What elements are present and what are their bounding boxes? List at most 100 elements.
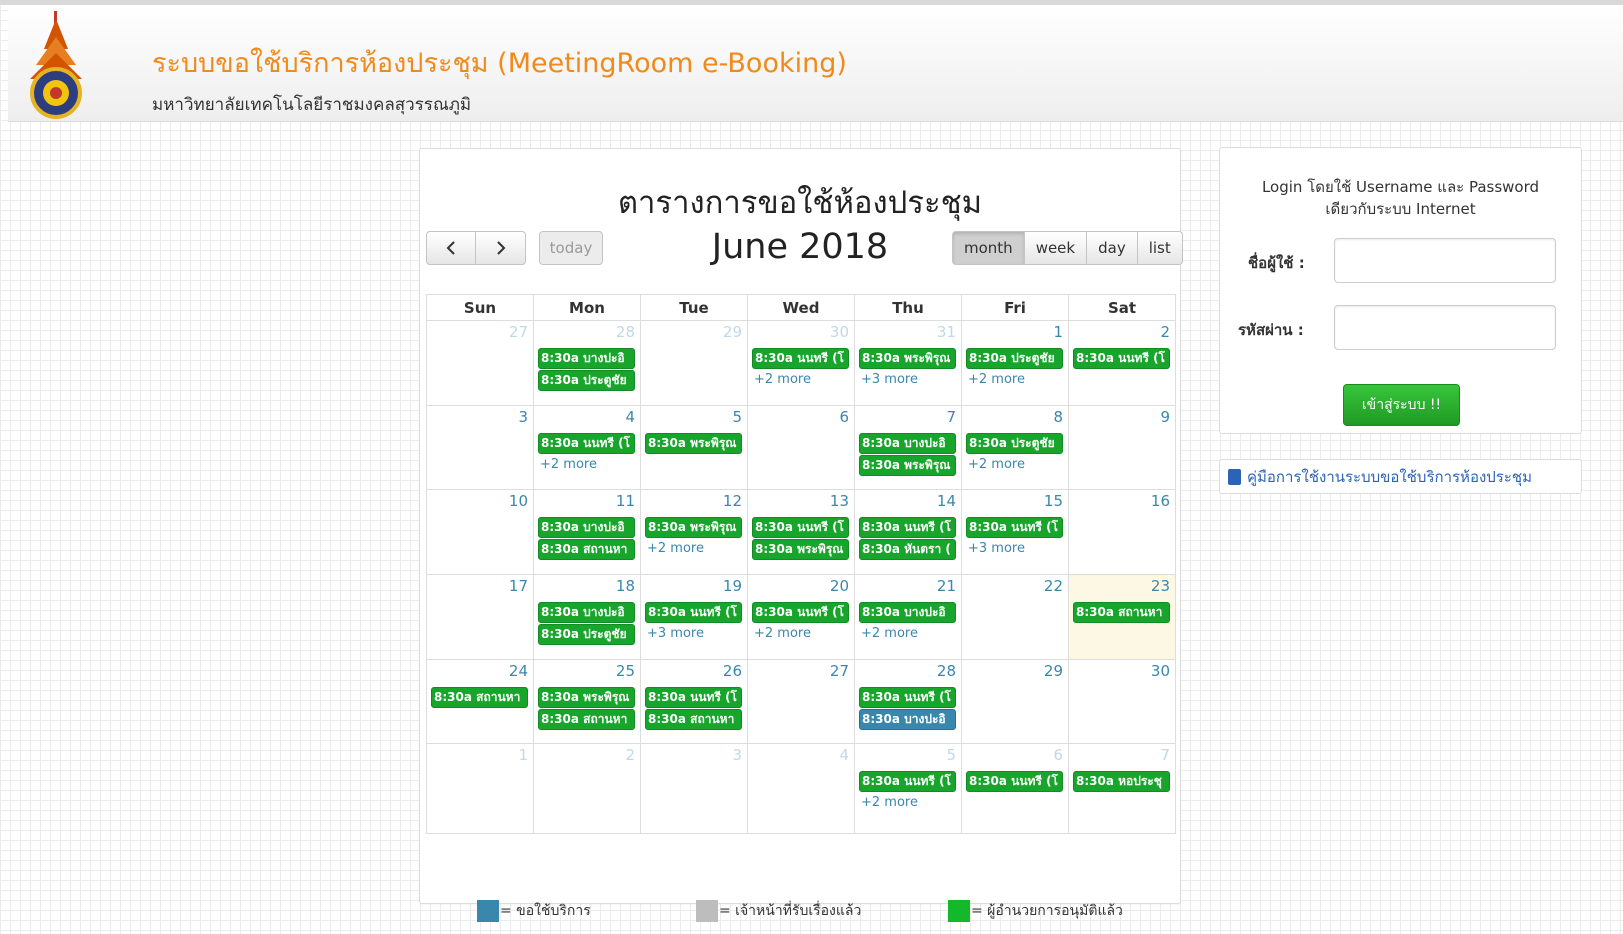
day-cell[interactable]: 5 8:30a พระพิรุณ — [640, 406, 747, 489]
more-events-link[interactable]: +3 more — [965, 539, 1066, 559]
day-cell[interactable]: 29 — [961, 660, 1068, 743]
day-cell[interactable]: 28 8:30a นนทรี (โ 8:30a บางปะอิ — [854, 660, 961, 743]
more-events-link[interactable]: +2 more — [751, 370, 852, 390]
view-list-button[interactable]: list — [1137, 231, 1183, 265]
day-cell[interactable]: 17 — [427, 575, 533, 659]
day-cell[interactable]: 15 8:30a นนทรี (โ +3 more — [961, 490, 1068, 574]
day-cell[interactable]: 4 8:30a นนทรี (โ +2 more — [533, 406, 640, 489]
day-cell-today[interactable]: 23 8:30a สถานหา — [1068, 575, 1175, 659]
more-events-link[interactable]: +2 more — [858, 793, 959, 813]
calendar-event[interactable]: 8:30a สถานหา — [645, 709, 742, 730]
day-cell[interactable]: 5 8:30a นนทรี (โ +2 more — [854, 744, 961, 833]
calendar-event[interactable]: 8:30a พระพิรุณ — [859, 455, 956, 476]
more-events-link[interactable]: +2 more — [644, 539, 745, 559]
day-cell[interactable]: 30 8:30a นนทรี (โ +2 more — [747, 321, 854, 405]
password-input[interactable] — [1334, 305, 1556, 350]
calendar-event[interactable]: 8:30a ประตูชัย — [538, 624, 635, 645]
calendar-event[interactable]: 8:30a นนทรี (โ — [752, 348, 849, 369]
calendar-event[interactable]: 8:30a นนทรี (โ — [538, 433, 635, 454]
day-cell[interactable]: 28 8:30a บางปะอิ 8:30a ประตูชัย — [533, 321, 640, 405]
calendar-event[interactable]: 8:30a นนทรี (โ — [966, 517, 1063, 538]
day-cell[interactable]: 22 — [961, 575, 1068, 659]
day-cell[interactable]: 30 — [1068, 660, 1175, 743]
calendar-event[interactable]: 8:30a สถานหา — [1073, 602, 1170, 623]
day-cell[interactable]: 18 8:30a บางปะอิ 8:30a ประตูชัย — [533, 575, 640, 659]
day-number: 13 — [829, 492, 849, 510]
day-cell[interactable]: 6 8:30a นนทรี (โ — [961, 744, 1068, 833]
more-events-link[interactable]: +3 more — [858, 370, 959, 390]
calendar-event[interactable]: 8:30a นนทรี (โ — [966, 771, 1063, 792]
day-cell[interactable]: 25 8:30a พระพิรุณ 8:30a สถานหา — [533, 660, 640, 743]
day-cell[interactable]: 16 — [1068, 490, 1175, 574]
calendar-event[interactable]: 8:30a พระพิรุณ — [645, 433, 742, 454]
more-events-link[interactable]: +2 more — [965, 455, 1066, 475]
day-cell[interactable]: 27 — [747, 660, 854, 743]
calendar-event[interactable]: 8:30a นนทรี (โ — [645, 687, 742, 708]
day-cell[interactable]: 6 — [747, 406, 854, 489]
day-cell[interactable]: 3 — [427, 406, 533, 489]
calendar-event[interactable]: 8:30a หอประชุ — [1073, 771, 1170, 792]
day-cell[interactable]: 19 8:30a นนทรี (โ +3 more — [640, 575, 747, 659]
day-cell[interactable]: 13 8:30a นนทรี (โ 8:30a พระพิรุณ — [747, 490, 854, 574]
dow-sun: Sun — [463, 299, 497, 317]
calendar-event[interactable]: 8:30a สถานหา — [538, 709, 635, 730]
day-cell[interactable]: 24 8:30a สถานหา — [427, 660, 533, 743]
day-cell[interactable]: 20 8:30a นนทรี (โ +2 more — [747, 575, 854, 659]
manual-link[interactable]: คู่มือการใช้งานระบบขอใช้บริการห้องประชุม — [1247, 465, 1532, 489]
day-cell[interactable]: 7 8:30a หอประชุ — [1068, 744, 1175, 833]
day-cell[interactable]: 11 8:30a บางปะอิ 8:30a สถานหา — [533, 490, 640, 574]
more-events-link[interactable]: +2 more — [965, 370, 1066, 390]
calendar-event[interactable]: 8:30a นนทรี (โ — [859, 687, 956, 708]
day-cell[interactable]: 1 — [427, 744, 533, 833]
day-cell[interactable]: 27 — [427, 321, 533, 405]
calendar-event[interactable]: 8:30a นนทรี (โ — [859, 771, 956, 792]
calendar-event[interactable]: 8:30a ประตูชัย — [966, 348, 1063, 369]
view-week-button[interactable]: week — [1024, 231, 1088, 265]
day-cell[interactable]: 3 — [640, 744, 747, 833]
more-events-link[interactable]: +2 more — [858, 624, 959, 644]
calendar-event[interactable]: 8:30a นนทรี (โ — [1073, 348, 1170, 369]
calendar-event[interactable]: 8:30a บางปะอิ — [859, 709, 956, 730]
calendar-event[interactable]: 8:30a ประตูชัย — [538, 370, 635, 391]
calendar-event[interactable]: 8:30a พระพิรุณ — [859, 348, 956, 369]
day-cell[interactable]: 9 — [1068, 406, 1175, 489]
day-cell[interactable]: 10 — [427, 490, 533, 574]
calendar-event[interactable]: 8:30a สถานหา — [538, 539, 635, 560]
username-input[interactable] — [1334, 238, 1556, 283]
calendar-event[interactable]: 8:30a บางปะอิ — [859, 433, 956, 454]
day-cell[interactable]: 29 — [640, 321, 747, 405]
more-events-link[interactable]: +3 more — [644, 624, 745, 644]
more-events-link[interactable]: +2 more — [751, 624, 852, 644]
calendar-event[interactable]: 8:30a บางปะอิ — [859, 602, 956, 623]
calendar-event[interactable]: 8:30a สถานหา — [431, 687, 528, 708]
calendar-event[interactable]: 8:30a หันตรา ( — [859, 539, 956, 560]
day-cell[interactable]: 1 8:30a ประตูชัย +2 more — [961, 321, 1068, 405]
day-cell[interactable]: 21 8:30a บางปะอิ +2 more — [854, 575, 961, 659]
calendar-week-row: 1 2 3 4 5 8:30a นนทรี (โ +2 more 6 8:30a นนทรี (… — [427, 744, 1175, 833]
more-events-link[interactable]: +2 more — [537, 455, 638, 475]
day-cell[interactable]: 12 8:30a พระพิรุณ +2 more — [640, 490, 747, 574]
calendar-event[interactable]: 8:30a พระพิรุณ — [752, 539, 849, 560]
calendar-event[interactable]: 8:30a นนทรี (โ — [645, 602, 742, 623]
view-day-button[interactable]: day — [1087, 231, 1138, 265]
calendar-event[interactable]: 8:30a นนทรี (โ — [752, 517, 849, 538]
day-cell[interactable]: 8 8:30a ประตูชัย +2 more — [961, 406, 1068, 489]
day-cell[interactable]: 7 8:30a บางปะอิ 8:30a พระพิรุณ — [854, 406, 961, 489]
day-cell[interactable]: 2 8:30a นนทรี (โ — [1068, 321, 1175, 405]
day-cell[interactable]: 14 8:30a นนทรี (โ 8:30a หันตรา ( — [854, 490, 961, 574]
day-cell[interactable]: 31 8:30a พระพิรุณ +3 more — [854, 321, 961, 405]
calendar-event[interactable]: 8:30a บางปะอิ — [538, 517, 635, 538]
day-cell[interactable]: 4 — [747, 744, 854, 833]
calendar-event[interactable]: 8:30a บางปะอิ — [538, 602, 635, 623]
day-cell[interactable]: 26 8:30a นนทรี (โ 8:30a สถานหา — [640, 660, 747, 743]
calendar-event[interactable]: 8:30a พระพิรุณ — [538, 687, 635, 708]
day-cell[interactable]: 2 — [533, 744, 640, 833]
calendar-grid: Sun Mon Tue Wed Thu Fri Sat 27 28 8:30a บา… — [426, 294, 1176, 834]
calendar-event[interactable]: 8:30a บางปะอิ — [538, 348, 635, 369]
calendar-event[interactable]: 8:30a นนทรี (โ — [752, 602, 849, 623]
login-button[interactable]: เข้าสู่ระบบ !! — [1343, 384, 1460, 426]
view-month-button[interactable]: month — [952, 231, 1025, 265]
calendar-event[interactable]: 8:30a พระพิรุณ — [645, 517, 742, 538]
calendar-event[interactable]: 8:30a ประตูชัย — [966, 433, 1063, 454]
calendar-event[interactable]: 8:30a นนทรี (โ — [859, 517, 956, 538]
